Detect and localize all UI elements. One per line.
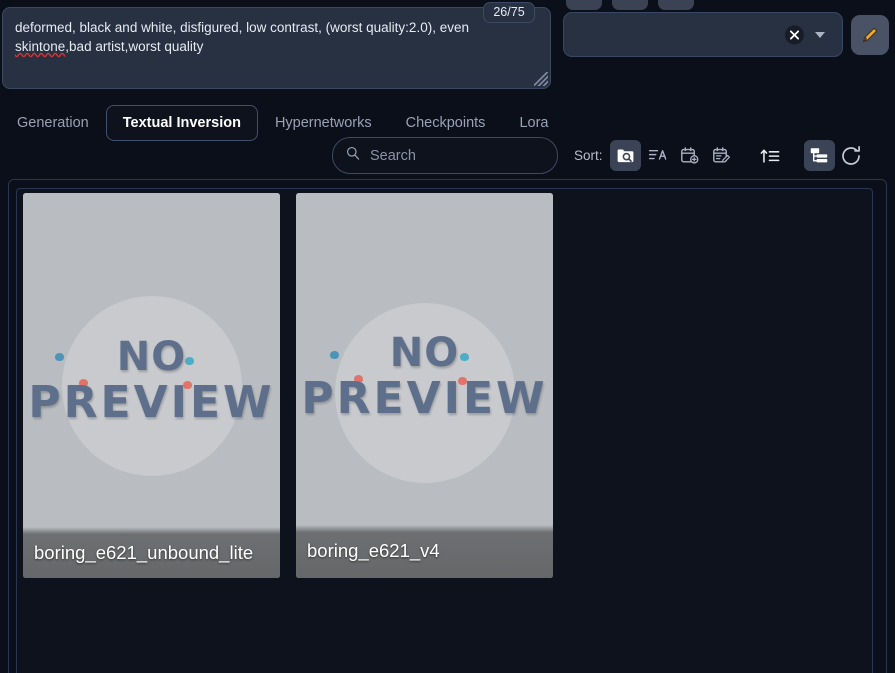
no-preview-line-2: PREVIEW: [28, 377, 275, 428]
top-button-3[interactable]: [658, 0, 694, 10]
card-preview-image: NO PREVIEW: [296, 193, 553, 578]
tab-generation[interactable]: Generation: [0, 105, 106, 141]
calendar-edit-icon: [712, 147, 730, 163]
negative-prompt-text-tail: ,bad artist,worst quality: [65, 39, 204, 54]
textarea-resize-grip-icon[interactable]: [534, 72, 548, 86]
tab-lora[interactable]: Lora: [502, 105, 565, 141]
folder-search-icon: [617, 149, 633, 163]
textual-inversion-panel: deformed, black and white, disfigured, l…: [0, 0, 895, 673]
no-preview-line-1: NO: [116, 334, 187, 380]
chevron-down-icon[interactable]: [815, 31, 825, 38]
misspelled-word: skintone: [15, 39, 66, 54]
sort-by-date-modified-button[interactable]: [706, 140, 737, 171]
token-counter-badge: 26/75: [483, 2, 535, 23]
sort-by-name-button[interactable]: [642, 140, 673, 171]
sort-label: Sort:: [574, 148, 603, 163]
search-icon: [345, 145, 361, 166]
extra-networks-tabs: Generation Textual Inversion Hypernetwor…: [0, 105, 565, 141]
edit-styles-button[interactable]: [851, 14, 889, 55]
sort-by-path-button[interactable]: [609, 140, 641, 171]
network-card-grid: NO PREVIEW boring_e621_unbound_lite NO P…: [23, 193, 553, 578]
search-placeholder: Search: [370, 147, 416, 164]
top-button-row: [566, 0, 694, 10]
calendar-plus-icon: [680, 147, 698, 164]
search-field[interactable]: Search: [332, 137, 558, 174]
sort-name-az-icon: [648, 149, 666, 160]
sort-by-date-created-button[interactable]: [674, 140, 705, 171]
tree-view-icon: [810, 147, 828, 162]
network-card[interactable]: NO PREVIEW boring_e621_v4: [296, 193, 553, 578]
styles-dropdown[interactable]: [563, 12, 843, 57]
negative-prompt-container: deformed, black and white, disfigured, l…: [2, 2, 551, 89]
tree-view-button[interactable]: [803, 140, 835, 171]
sort-ascending-icon: [760, 149, 780, 163]
top-button-1[interactable]: [566, 0, 602, 10]
network-toolbar: Search Sort:: [332, 137, 867, 174]
pencil-icon: [863, 27, 878, 42]
refresh-button[interactable]: [836, 140, 867, 171]
styles-row: [563, 12, 889, 57]
sort-button-group: [609, 140, 867, 171]
refresh-icon: [842, 145, 860, 165]
network-card[interactable]: NO PREVIEW boring_e621_unbound_lite: [23, 193, 280, 578]
card-name-label: boring_e621_v4: [296, 525, 553, 578]
tab-textual-inversion[interactable]: Textual Inversion: [105, 105, 258, 141]
sort-order-button[interactable]: [755, 140, 786, 171]
no-preview-line-2: PREVIEW: [301, 373, 548, 424]
card-preview-image: NO PREVIEW: [23, 193, 280, 578]
no-preview-line-1: NO: [389, 330, 460, 376]
tab-checkpoints[interactable]: Checkpoints: [389, 105, 503, 141]
negative-prompt-text-head: deformed, black and white, disfigured, l…: [15, 20, 469, 35]
card-name-label: boring_e621_unbound_lite: [23, 527, 280, 578]
clear-icon[interactable]: [785, 25, 804, 44]
negative-prompt-textarea[interactable]: deformed, black and white, disfigured, l…: [2, 7, 551, 89]
top-button-2[interactable]: [612, 0, 648, 10]
tab-hypernetworks[interactable]: Hypernetworks: [258, 105, 389, 141]
